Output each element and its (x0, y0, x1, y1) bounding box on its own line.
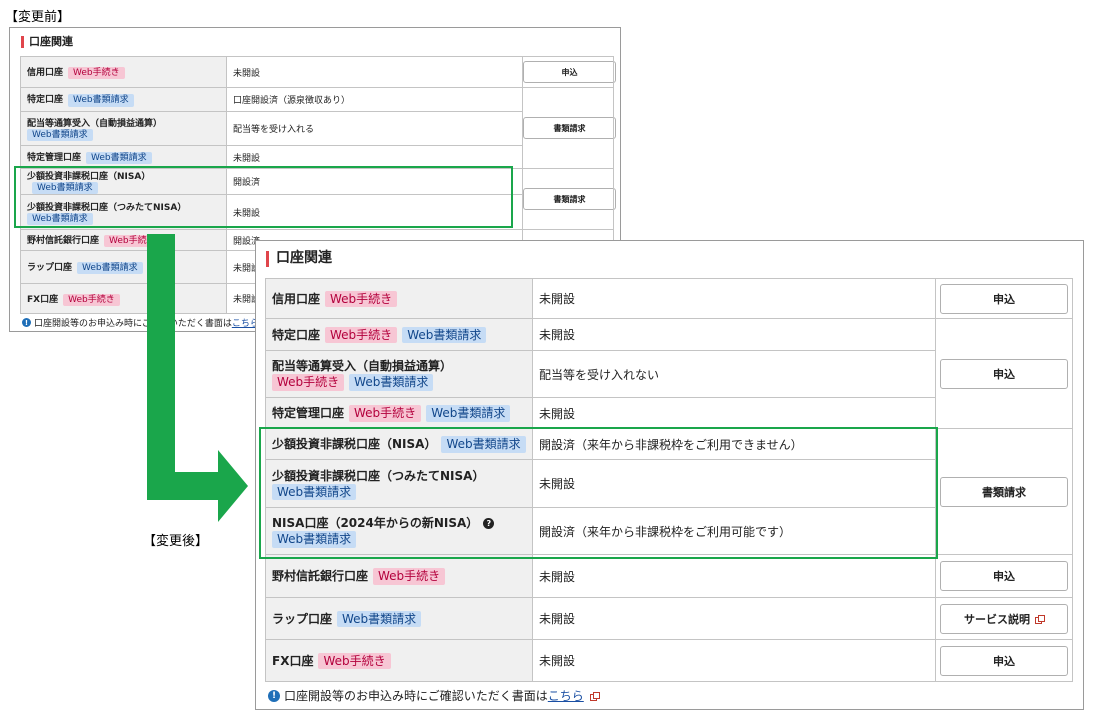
row-label: 特定口座 (272, 327, 321, 342)
row-value: 未開設 (532, 639, 936, 682)
row-label: 野村信託銀行口座 (272, 569, 369, 584)
change-arrow-icon (147, 234, 248, 522)
before-panel-title: 口座関連 (21, 36, 73, 48)
row-value: 未開設 (532, 597, 936, 640)
row-value: 未開設 (532, 318, 936, 351)
before-nisa-highlight (14, 166, 513, 228)
web-procedure-tag[interactable]: Web手続き (325, 290, 398, 308)
document-request-button[interactable]: 書類請求 (940, 476, 1068, 507)
row-label: 野村信託銀行口座 (27, 236, 100, 247)
apply-button[interactable]: 申込 (940, 645, 1068, 676)
apply-button[interactable]: 申込 (523, 61, 616, 83)
web-document-request-tag[interactable]: Web書類請求 (77, 262, 143, 275)
documents-link[interactable]: こちら (548, 687, 584, 704)
table-row: 特定口座 Web手続き Web書類請求 未開設 申込 (265, 318, 1073, 429)
after-nisa-highlight (259, 427, 938, 559)
row-value: 配当等を受け入れない (532, 350, 936, 398)
document-request-button[interactable]: 書類請求 (523, 117, 616, 139)
web-document-request-tag[interactable]: Web書類請求 (68, 94, 134, 107)
table-row: 野村信託銀行口座 Web手続き 未開設 申込 (265, 554, 1073, 598)
info-icon: ! (22, 318, 31, 327)
apply-button[interactable]: 申込 (940, 561, 1068, 591)
row-label: FX口座 (272, 653, 314, 668)
web-document-request-tag[interactable]: Web書類請求 (337, 610, 422, 628)
note-text: 口座開設等のお申込み時にご確認いただく書面は (284, 689, 548, 703)
table-row: 特定口座 Web書類請求 口座開設済（源泉徴収あり） 書類請求 (20, 87, 616, 169)
web-document-request-tag[interactable]: Web書類請求 (86, 151, 152, 165)
row-value: 未開設 (226, 56, 523, 88)
row-value: 口座開設済（源泉徴収あり） (226, 87, 523, 112)
row-label: 信用口座 (27, 67, 64, 78)
web-document-request-tag[interactable]: Web書類請求 (349, 374, 434, 391)
row-label: 配当等通算受入（自動損益通算） (27, 118, 163, 129)
web-document-request-tag[interactable]: Web書類請求 (27, 128, 93, 142)
row-value: 未開設 (532, 397, 936, 429)
apply-button[interactable]: 申込 (940, 358, 1068, 389)
web-document-request-tag[interactable]: Web書類請求 (402, 326, 487, 344)
row-label: 配当等通算受入（自動損益通算） (272, 359, 453, 374)
table-row: 信用口座 Web手続き 未開設 申込 (20, 56, 616, 88)
web-procedure-tag[interactable]: Web手続き (349, 405, 422, 422)
after-note: ! 口座開設等のお申込み時にご確認いただく書面は こちら (268, 687, 600, 704)
after-panel-title: 口座関連 (266, 251, 332, 267)
before-label: 【変更前】 (5, 10, 71, 25)
row-label: ラップ口座 (272, 611, 333, 626)
row-value: 未開設 (532, 278, 936, 319)
web-procedure-tag[interactable]: Web手続き (373, 568, 446, 585)
table-row: ラップ口座 Web書類請求 未開設 サービス説明 (265, 597, 1073, 640)
table-row: 信用口座 Web手続き 未開設 申込 (265, 278, 1073, 319)
web-procedure-tag[interactable]: Web手続き (325, 326, 398, 344)
after-label: 【変更後】 (143, 534, 209, 549)
row-value: 配当等を受け入れる (226, 111, 523, 146)
row-label: 信用口座 (272, 291, 321, 306)
row-label: 特定管理口座 (272, 406, 345, 421)
info-icon: ! (268, 689, 280, 702)
external-link-icon (1035, 614, 1045, 624)
row-value: 未開設 (532, 554, 936, 598)
row-label: 特定管理口座 (27, 152, 82, 163)
button-label: サービス説明 (964, 612, 1030, 626)
table-row: FX口座 Web手続き 未開設 申込 (265, 639, 1073, 682)
web-procedure-tag[interactable]: Web手続き (272, 374, 345, 391)
document-request-button[interactable]: 書類請求 (523, 188, 616, 211)
apply-button[interactable]: 申込 (940, 283, 1068, 314)
row-label: FX口座 (27, 294, 59, 305)
service-description-button[interactable]: サービス説明 (940, 603, 1068, 634)
row-label: ラップ口座 (27, 263, 73, 274)
web-document-request-tag[interactable]: Web書類請求 (426, 405, 511, 422)
web-procedure-tag[interactable]: Web手続き (318, 652, 391, 670)
row-label: 特定口座 (27, 95, 64, 106)
external-link-icon (589, 691, 600, 701)
web-procedure-tag[interactable]: Web手続き (63, 293, 120, 306)
web-procedure-tag[interactable]: Web手続き (68, 66, 125, 80)
